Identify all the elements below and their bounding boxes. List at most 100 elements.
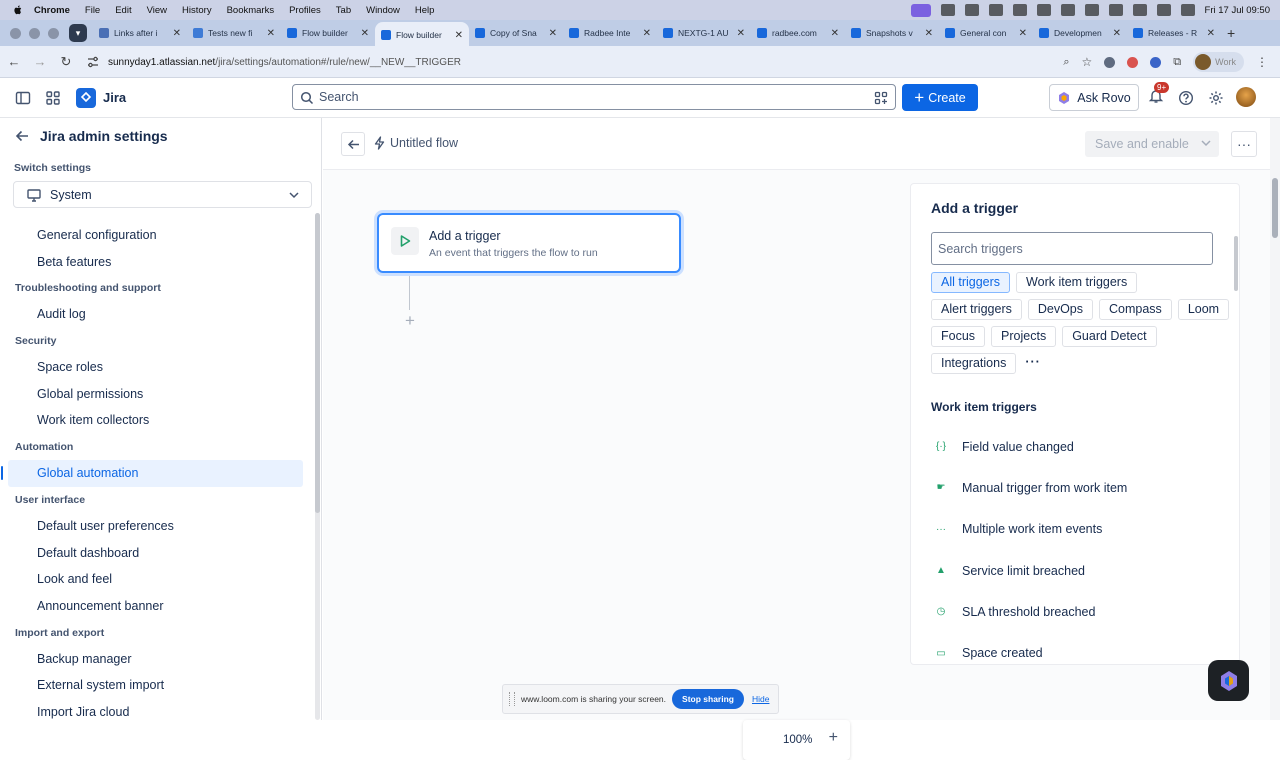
status-icon-5[interactable]	[1036, 4, 1051, 16]
trigger-option[interactable]: {·} Field value changed	[931, 426, 1231, 467]
user-avatar[interactable]	[1236, 87, 1256, 107]
sidebar-item-import-jira-cloud[interactable]: Import Jira cloud	[0, 699, 310, 720]
filter-chip-devops[interactable]: DevOps	[1027, 299, 1094, 320]
siri-icon[interactable]	[1180, 4, 1195, 16]
filter-chip-all-triggers[interactable]: All triggers	[931, 272, 1011, 293]
back-arrow-icon[interactable]	[14, 128, 30, 144]
tab-close-icon[interactable]: ✕	[643, 28, 651, 39]
menu-tab[interactable]: Tab	[336, 5, 351, 16]
sidebar-item-global-permissions[interactable]: Global permissions	[0, 381, 310, 408]
new-tab-button[interactable]: +	[1227, 25, 1235, 41]
page-scrollbar[interactable]	[1270, 118, 1280, 720]
browser-menu-icon[interactable]: ⋮	[1256, 55, 1268, 69]
tab-close-icon[interactable]: ✕	[1207, 28, 1215, 39]
screen-share-icon[interactable]	[910, 3, 931, 17]
trigger-option[interactable]: ▲ Service limit breached	[931, 550, 1231, 591]
filter-chip-alert-triggers[interactable]: Alert triggers	[931, 299, 1022, 320]
zoom-lens-icon[interactable]: ⌕	[1063, 56, 1069, 69]
more-actions-button[interactable]: ···	[1231, 131, 1257, 157]
extension-icon-3[interactable]	[1150, 56, 1162, 68]
ask-rovo-button[interactable]: Ask Rovo	[1049, 84, 1139, 111]
trigger-panel-scrollbar[interactable]	[1234, 236, 1238, 291]
trigger-option[interactable]: ◷ SLA threshold breached	[931, 591, 1231, 632]
filter-chip-focus[interactable]: Focus	[931, 326, 986, 347]
trigger-search-input[interactable]: Search triggers	[931, 232, 1213, 265]
add-trigger-card[interactable]: Add a trigger An event that triggers the…	[377, 213, 681, 273]
menu-help[interactable]: Help	[415, 5, 435, 16]
reload-icon[interactable]: ↻	[54, 54, 78, 70]
window-zoom-button[interactable]	[48, 27, 59, 39]
tab-close-icon[interactable]: ✕	[1019, 28, 1027, 39]
apple-icon[interactable]	[12, 4, 24, 16]
rovo-chat-button[interactable]	[1208, 660, 1249, 701]
menu-view[interactable]: View	[147, 5, 167, 16]
status-icon-1[interactable]	[940, 4, 955, 16]
flow-canvas[interactable]: Add a trigger An event that triggers the…	[323, 170, 1270, 760]
status-icon-4[interactable]	[1012, 4, 1027, 16]
browser-tab[interactable]: Flow builder ✕	[281, 22, 375, 44]
jira-logo[interactable]: Jira	[76, 87, 126, 108]
filter-chip-guard-detect[interactable]: Guard Detect	[1062, 326, 1157, 347]
sidebar-item-default-dashboard[interactable]: Default dashboard	[0, 540, 310, 567]
browser-tab[interactable]: Flow builder ✕	[375, 22, 469, 48]
wifi-icon[interactable]	[1108, 4, 1123, 16]
sidebar-item-announcement-banner[interactable]: Announcement banner	[0, 593, 310, 620]
tab-close-icon[interactable]: ✕	[737, 28, 745, 39]
menu-history[interactable]: History	[182, 5, 212, 16]
back-arrow-icon[interactable]: ←	[2, 54, 26, 69]
zoom-in-button[interactable]: +	[829, 729, 838, 747]
app-switcher-icon[interactable]	[42, 87, 64, 109]
bookmark-star-icon[interactable]: ☆	[1082, 55, 1093, 69]
tab-close-icon[interactable]: ✕	[455, 30, 463, 41]
filter-icon[interactable]	[874, 91, 888, 105]
stop-sharing-button[interactable]: Stop sharing	[672, 689, 744, 709]
tab-close-icon[interactable]: ✕	[267, 28, 275, 39]
browser-tab[interactable]: Snapshots v ✕	[845, 22, 939, 44]
menu-window[interactable]: Window	[366, 5, 400, 16]
hide-banner-link[interactable]: Hide	[752, 694, 769, 704]
sidebar-toggle-icon[interactable]	[12, 87, 34, 109]
extension-icon-1[interactable]	[1104, 56, 1116, 68]
tab-close-icon[interactable]: ✕	[361, 28, 369, 39]
create-button[interactable]: + Create	[902, 84, 978, 111]
browser-tab[interactable]: Radbee Inte ✕	[563, 22, 657, 44]
status-icon-7[interactable]	[1084, 4, 1099, 16]
menu-edit[interactable]: Edit	[115, 5, 131, 16]
tab-close-icon[interactable]: ✕	[925, 28, 933, 39]
window-minimize-button[interactable]	[29, 27, 40, 39]
more-filters-icon[interactable]: ···	[1022, 353, 1044, 374]
menu-file[interactable]: File	[85, 5, 100, 16]
tab-close-icon[interactable]: ✕	[549, 28, 557, 39]
status-icon-2[interactable]	[964, 4, 979, 16]
sidebar-item-work-item-collectors[interactable]: Work item collectors	[0, 407, 310, 434]
filter-chip-integrations[interactable]: Integrations	[931, 353, 1017, 374]
browser-tab[interactable]: Links after i ✕	[93, 22, 187, 44]
flow-title[interactable]: Untitled flow	[374, 136, 458, 150]
browser-tab[interactable]: Releases - R ✕	[1127, 22, 1221, 44]
trigger-option[interactable]: ··· Multiple work item events	[931, 509, 1231, 550]
forward-arrow-icon[interactable]: →	[28, 54, 52, 69]
filter-chip-work-item-triggers[interactable]: Work item triggers	[1016, 272, 1138, 293]
sidebar-item-external-system-import[interactable]: External system import	[0, 672, 310, 699]
status-icon-6[interactable]	[1060, 4, 1075, 16]
browser-tab[interactable]: radbee.com ✕	[751, 22, 845, 44]
sidebar-item-look-and-feel[interactable]: Look and feel	[0, 566, 310, 593]
menu-app-name[interactable]: Chrome	[34, 5, 70, 16]
settings-switcher-select[interactable]: System	[13, 181, 312, 208]
browser-tab[interactable]: NEXTG-1 AU ✕	[657, 22, 751, 44]
add-step-button[interactable]: +	[399, 310, 421, 332]
sidebar-scrollbar[interactable]	[315, 213, 320, 720]
extension-icon-2[interactable]	[1127, 56, 1139, 68]
profile-chip[interactable]: Work	[1193, 52, 1244, 72]
sidebar-item-beta-features[interactable]: Beta features	[0, 249, 310, 276]
trigger-option[interactable]: ▭ Space created	[931, 632, 1231, 664]
browser-tab[interactable]: Tests new fi ✕	[187, 22, 281, 44]
tab-close-icon[interactable]: ✕	[1113, 28, 1121, 39]
trigger-option[interactable]: ☛ Manual trigger from work item	[931, 467, 1231, 508]
filter-chip-compass[interactable]: Compass	[1099, 299, 1172, 320]
settings-gear-icon[interactable]	[1208, 90, 1224, 106]
control-center-icon[interactable]	[1156, 4, 1171, 16]
drag-handle-icon[interactable]	[509, 692, 515, 706]
tab-close-icon[interactable]: ✕	[831, 28, 839, 39]
sidebar-item-backup-manager[interactable]: Backup manager	[0, 646, 310, 673]
